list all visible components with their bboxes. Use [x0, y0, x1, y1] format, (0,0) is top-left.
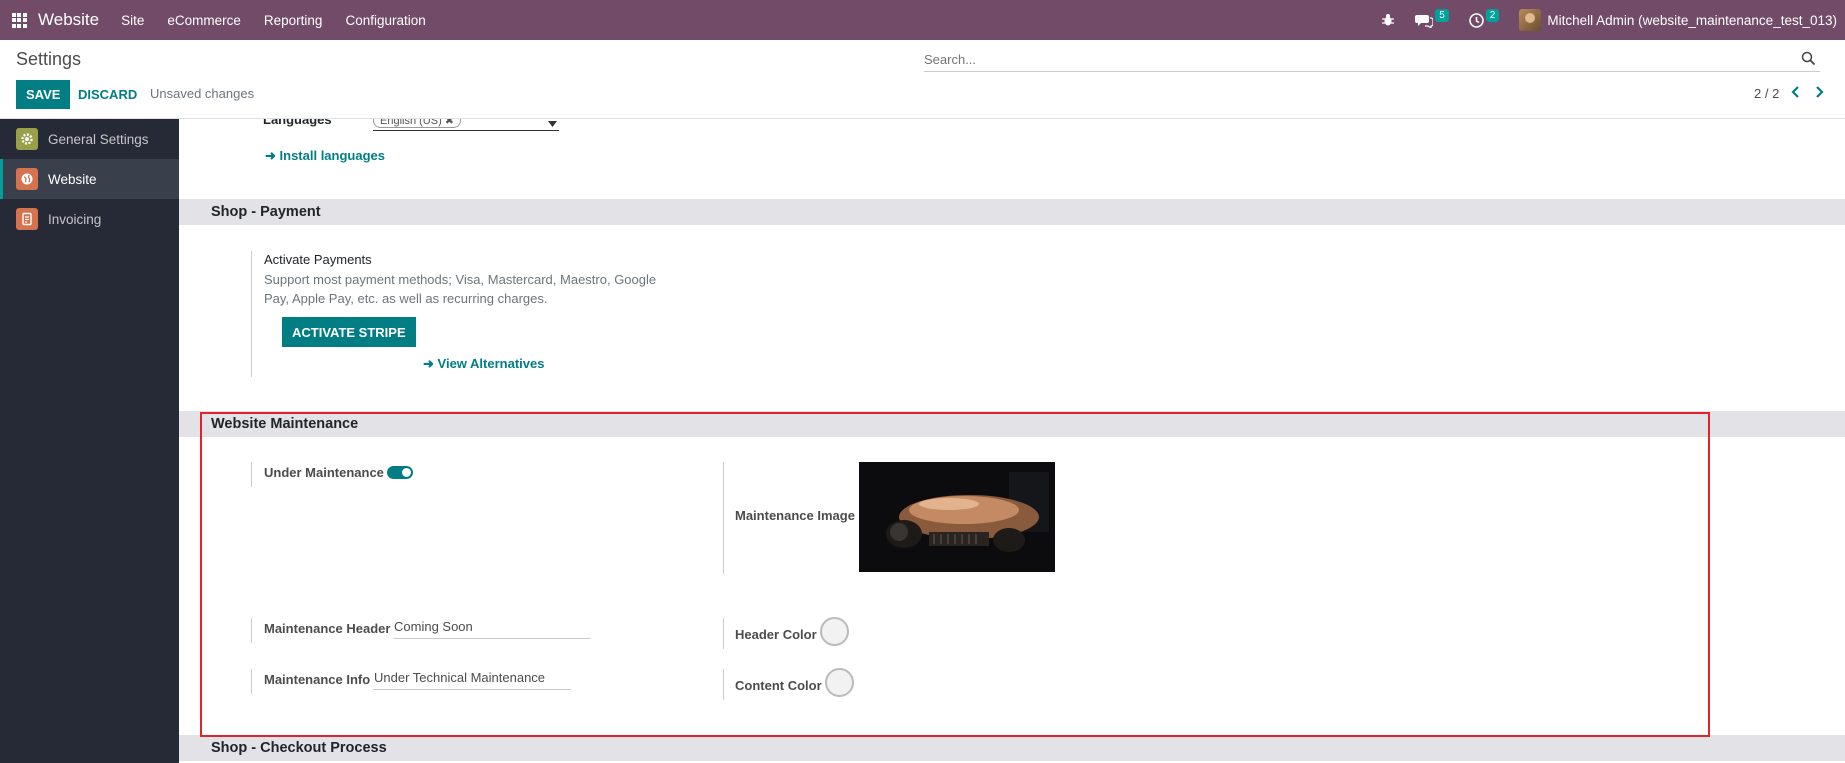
- dropdown-caret-icon[interactable]: [548, 119, 557, 130]
- header-color-picker[interactable]: [820, 617, 849, 646]
- maintenance-info-label: Maintenance Info: [264, 672, 371, 687]
- activate-payments-title: Activate Payments: [264, 252, 372, 267]
- menu-reporting[interactable]: Reporting: [264, 13, 323, 28]
- maintenance-header-label: Maintenance Header: [264, 621, 391, 636]
- maintenance-image-label: Maintenance Image: [735, 508, 855, 523]
- messages-icon[interactable]: 5: [1415, 8, 1449, 28]
- general-settings-gear-icon: [16, 128, 38, 150]
- header-color-label: Header Color: [735, 627, 817, 642]
- under-maintenance-label: Under Maintenance: [264, 465, 384, 480]
- user-avatar[interactable]: [1519, 9, 1542, 31]
- menu-configuration[interactable]: Configuration: [345, 13, 425, 28]
- arrow-right-icon: ➜: [423, 356, 438, 371]
- search-input[interactable]: [924, 48, 1784, 70]
- control-panel: Settings SAVE DISCARD Unsaved changes 2 …: [0, 40, 1845, 119]
- sidebar-item-website[interactable]: Website: [0, 159, 179, 199]
- under-maintenance-toggle[interactable]: [387, 466, 413, 479]
- setting-divider: [723, 669, 724, 700]
- unsaved-changes-indicator: Unsaved changes: [150, 86, 255, 101]
- languages-field[interactable]: English (US) ✖: [373, 119, 559, 131]
- invoicing-document-icon: [16, 208, 38, 230]
- pager-previous-icon[interactable]: [1790, 85, 1802, 102]
- settings-sidebar: General Settings Website Invoicing: [0, 119, 179, 763]
- website-globe-icon: [16, 168, 38, 190]
- discard-button[interactable]: DISCARD: [78, 80, 137, 109]
- apps-menu-icon[interactable]: [0, 0, 38, 40]
- activities-clock-icon[interactable]: 2: [1468, 8, 1500, 28]
- sidebar-item-label: Website: [48, 171, 97, 187]
- menu-ecommerce[interactable]: eCommerce: [167, 13, 241, 28]
- sidebar-item-label: Invoicing: [48, 211, 102, 227]
- maintenance-header-input[interactable]: Coming Soon: [393, 619, 591, 639]
- menu-site[interactable]: Site: [121, 13, 144, 28]
- section-header-website-maintenance: Website Maintenance: [179, 411, 1845, 437]
- view-alternatives-link[interactable]: ➜ View Alternatives: [423, 356, 544, 372]
- setting-divider: [723, 462, 724, 574]
- pager-next-icon[interactable]: [1813, 85, 1825, 102]
- maintenance-image[interactable]: [859, 462, 1055, 572]
- language-tag: English (US) ✖: [373, 119, 462, 128]
- setting-divider: [251, 251, 252, 377]
- setting-divider: [251, 462, 252, 487]
- activities-badge: 2: [1485, 8, 1500, 22]
- activate-stripe-button[interactable]: ACTIVATE STRIPE: [282, 317, 416, 347]
- user-menu[interactable]: Mitchell Admin (website_maintenance_test…: [1547, 13, 1837, 28]
- save-button[interactable]: SAVE: [16, 80, 71, 109]
- sidebar-item-general-settings[interactable]: General Settings: [0, 119, 179, 159]
- messages-badge: 5: [1435, 8, 1449, 22]
- section-header-shop-checkout-process: Shop - Checkout Process: [179, 735, 1845, 761]
- install-languages-link[interactable]: ➜ Install languages: [265, 148, 385, 164]
- setting-divider: [723, 618, 724, 649]
- content-color-picker[interactable]: [825, 668, 854, 697]
- top-navbar: Website Site eCommerce Reporting Configu…: [0, 0, 1845, 40]
- settings-content: Languages English (US) ✖ ➜ Install langu…: [179, 119, 1845, 763]
- sidebar-item-label: General Settings: [48, 131, 149, 147]
- sidebar-item-invoicing[interactable]: Invoicing: [0, 199, 179, 239]
- search-icon[interactable]: [1801, 51, 1816, 69]
- page-title: Settings: [16, 49, 82, 69]
- setting-divider: [251, 618, 252, 643]
- app-brand[interactable]: Website: [38, 10, 99, 30]
- setting-divider: [251, 669, 252, 694]
- activate-payments-description: Support most payment methods; Visa, Mast…: [264, 272, 657, 306]
- languages-label: Languages: [263, 119, 332, 127]
- content-color-label: Content Color: [735, 678, 822, 693]
- pager-value: 2 / 2: [1754, 86, 1780, 101]
- arrow-right-icon: ➜: [265, 148, 280, 163]
- section-header-shop-payment: Shop - Payment: [179, 199, 1845, 225]
- search-bar: [924, 48, 1820, 72]
- maintenance-info-input[interactable]: Under Technical Maintenance: [373, 670, 571, 690]
- debug-bug-icon[interactable]: [1381, 13, 1395, 27]
